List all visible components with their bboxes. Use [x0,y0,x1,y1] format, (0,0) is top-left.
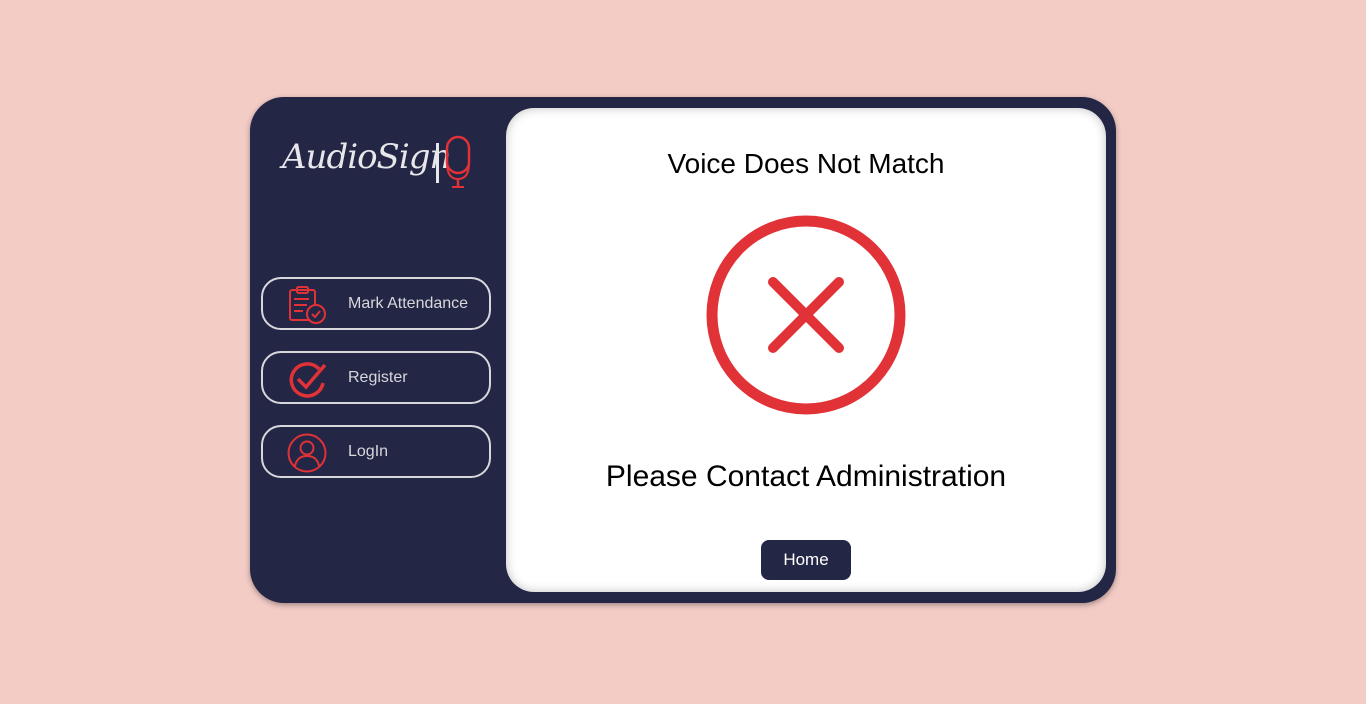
mark-attendance-button[interactable]: Mark Attendance [261,277,491,330]
check-circle-icon [289,362,327,398]
nav-label-mark-attendance: Mark Attendance [348,295,469,312]
brand-name: AudioSign [282,137,451,177]
register-button[interactable]: Register [261,351,491,404]
nav-label-register: Register [348,369,408,386]
result-title: Voice Does Not Match [667,148,945,179]
nav-label-login: LogIn [348,443,389,460]
home-button[interactable]: Home [761,540,851,580]
error-x-icon [706,215,906,415]
brand-logo: AudioSign [282,133,482,193]
microphone-icon [445,135,471,188]
app-card: AudioSign Mark Attendance Register LogIn… [250,97,1116,603]
result-panel: Voice Does Not Match Please Contact Admi… [506,108,1106,592]
login-button[interactable]: LogIn [261,425,491,478]
result-message: Please Contact Administration [605,460,1007,493]
user-icon [287,433,327,473]
clipboard-check-icon [289,286,326,324]
logo-divider [436,143,439,183]
